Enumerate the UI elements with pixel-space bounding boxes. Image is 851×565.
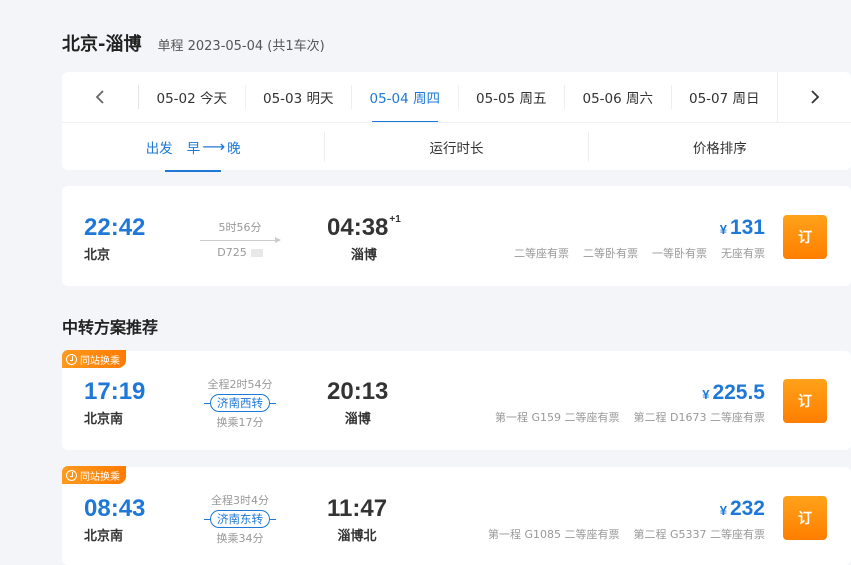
- total-duration: 全程2时54分: [207, 378, 273, 391]
- sort-bar: 出发 早 ⟶ 晚 运行时长 价格排序: [62, 122, 851, 172]
- leg-info: 第一程 G1085 二等座有票 第二程 G5337 二等座有票: [488, 526, 765, 542]
- arrival-info: 04:38+1 淄博: [327, 214, 401, 263]
- chevron-right-icon: [810, 90, 819, 104]
- total-duration: 全程3时4分: [211, 494, 269, 507]
- arrival-station: 淄博: [344, 412, 371, 427]
- sort-by-price[interactable]: 价格排序: [587, 131, 851, 162]
- seat-status: 无座有票: [721, 247, 765, 260]
- train-card[interactable]: 22:42 北京 5时56分 D725 04:38+1 淄博 ¥131 二等座有…: [62, 186, 851, 286]
- currency-symbol: ¥: [719, 222, 727, 237]
- transfer-middle: 全程3时4分 济南东转 换乘34分: [200, 492, 280, 546]
- train-number: D725: [217, 246, 247, 259]
- currency-symbol: ¥: [719, 503, 727, 518]
- departure-info: 17:19 北京南: [84, 378, 145, 427]
- prev-date-button[interactable]: [62, 72, 138, 122]
- same-station-tag: 同站换乘: [62, 350, 126, 368]
- sort-by-departure[interactable]: 出发 早 ⟶ 晚: [62, 132, 324, 172]
- date-tab[interactable]: 05-07 周日: [670, 85, 778, 109]
- arrival-info: 20:13 淄博: [327, 378, 388, 427]
- train-type-icon: [250, 249, 263, 257]
- leg-two: 第二程 D1673 二等座有票: [633, 411, 765, 424]
- transfer-card[interactable]: 同站换乘 17:19 北京南 全程2时54分 济南西转 换乘17分 20:13 …: [62, 350, 851, 450]
- trip-middle: 5时56分 D725: [200, 219, 281, 259]
- departure-info: 22:42 北京: [84, 214, 145, 263]
- transfer-station: 济南西转: [204, 394, 276, 412]
- seat-status: 二等卧有票: [583, 247, 638, 260]
- section-title: 中转方案推荐: [62, 318, 159, 337]
- transfer-middle: 全程2时54分 济南西转 换乘17分: [200, 376, 280, 430]
- transfer-wait: 换乘17分: [216, 416, 264, 429]
- sort-order-to: 晚: [227, 140, 241, 157]
- seat-status: 一等卧有票: [652, 247, 707, 260]
- arrow-right-icon: ⟶: [202, 137, 226, 156]
- book-button[interactable]: 订: [783, 215, 827, 259]
- date-selector: 05-02 今天 05-03 明天 05-04 周四 05-05 周五 05-0…: [62, 72, 851, 123]
- arrival-time: 04:38: [327, 214, 389, 241]
- arrival-time: 20:13: [327, 378, 389, 405]
- date-tab[interactable]: 05-05 周五: [457, 85, 565, 109]
- transfer-card[interactable]: 同站换乘 08:43 北京南 全程3时4分 济南东转 换乘34分 11:47 淄…: [62, 466, 851, 565]
- next-day-badge: +1: [389, 214, 401, 225]
- route-title: 北京-淄博: [62, 34, 142, 55]
- departure-station: 北京: [84, 248, 111, 263]
- arrival-station: 淄博北: [337, 529, 377, 544]
- book-button[interactable]: 订: [783, 379, 827, 423]
- seat-status: 二等座有票: [514, 247, 569, 260]
- departure-time: 17:19: [84, 378, 146, 405]
- tag-label: 同站换乘: [80, 471, 120, 483]
- price: ¥225.5: [702, 381, 765, 405]
- arrival-station: 淄博: [350, 248, 377, 263]
- currency-symbol: ¥: [702, 387, 710, 402]
- leg-two: 第二程 G5337 二等座有票: [633, 528, 765, 541]
- check-circle-icon: [66, 469, 77, 481]
- arrival-info: 11:47 淄博北: [327, 495, 387, 544]
- sort-departure-label: 出发: [145, 140, 173, 157]
- leg-one: 第一程 G159 二等座有票: [495, 411, 620, 424]
- price-value: 232: [729, 497, 765, 520]
- departure-time: 08:43: [84, 495, 146, 522]
- duration: 5时56分: [218, 221, 262, 234]
- date-tab[interactable]: 05-03 明天: [244, 85, 352, 109]
- route-line: [200, 237, 281, 243]
- sort-by-duration[interactable]: 运行时长: [324, 131, 587, 162]
- price: ¥232: [720, 497, 765, 521]
- seat-availability: 二等座有票 二等卧有票 一等卧有票 无座有票: [514, 245, 765, 261]
- departure-station: 北京南: [84, 529, 124, 544]
- leg-info: 第一程 G159 二等座有票 第二程 D1673 二等座有票: [495, 409, 765, 425]
- trip-info: 单程 2023-05-04 (共1车次): [157, 39, 325, 54]
- date-tab[interactable]: 05-02 今天: [138, 85, 245, 109]
- check-circle-icon: [66, 353, 77, 365]
- price-value: 131: [729, 216, 765, 239]
- next-date-button[interactable]: [777, 72, 851, 122]
- price-value: 225.5: [712, 381, 765, 404]
- chevron-left-icon: [95, 90, 104, 104]
- date-tab-active[interactable]: 05-04 周四: [351, 85, 458, 123]
- book-button[interactable]: 订: [783, 496, 827, 540]
- departure-info: 08:43 北京南: [84, 495, 145, 544]
- transfer-station: 济南东转: [204, 510, 276, 528]
- date-tab[interactable]: 05-06 周六: [564, 85, 671, 109]
- page-header: 北京-淄博 单程 2023-05-04 (共1车次): [62, 30, 325, 56]
- sort-order-from: 早: [186, 140, 201, 157]
- arrival-time: 11:47: [327, 495, 388, 522]
- departure-time: 22:42: [84, 214, 146, 241]
- price: ¥131: [720, 216, 765, 240]
- transfer-wait: 换乘34分: [216, 532, 264, 545]
- tag-label: 同站换乘: [80, 355, 120, 367]
- same-station-tag: 同站换乘: [62, 466, 126, 484]
- departure-station: 北京南: [84, 412, 124, 427]
- leg-one: 第一程 G1085 二等座有票: [487, 528, 620, 541]
